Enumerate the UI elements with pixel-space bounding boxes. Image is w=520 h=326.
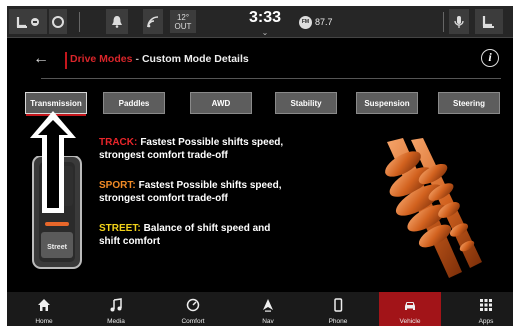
nav-label: Vehicle [399, 318, 421, 325]
tab-paddles[interactable]: Paddles [103, 92, 165, 114]
comfort-icon [186, 298, 200, 312]
wireless-icon [147, 15, 159, 27]
tab-suspension[interactable]: Suspension [356, 92, 418, 114]
header-divider [41, 78, 501, 79]
car-icon [405, 302, 415, 310]
bottom-navigation: Home Media Comfort Nav Phone Vehicle App… [7, 292, 513, 326]
nav-label: Media [107, 318, 125, 325]
info-icon[interactable]: i [481, 49, 499, 67]
nav-label: Phone [328, 318, 348, 325]
phone-icon [334, 298, 343, 312]
notifications-button[interactable] [106, 9, 128, 34]
nav-home[interactable]: Home [13, 292, 75, 326]
up-arrow-indicator-icon [30, 111, 76, 213]
status-divider [443, 12, 444, 32]
nav-label: Apps [478, 318, 494, 325]
nav-navigation[interactable]: Nav [237, 292, 299, 326]
status-bar: 12° OUT 3:33 ⌄ FM 87.7 [7, 6, 513, 38]
voice-command-button[interactable] [449, 9, 469, 34]
mode-description-track: TRACK: Fastest Possible shifts speed, str… [99, 137, 299, 162]
tab-steering[interactable]: Steering [438, 92, 500, 114]
nav-label: Home [35, 318, 53, 325]
breadcrumb-separator: - [135, 53, 139, 65]
shifter-selected-label: Street [47, 244, 67, 251]
steering-heat-button[interactable] [49, 9, 67, 34]
back-arrow-icon[interactable]: ← [33, 50, 49, 68]
chevron-down-icon[interactable]: ⌄ [260, 28, 270, 37]
status-divider [79, 12, 80, 32]
microphone-icon [454, 15, 464, 28]
breadcrumb-parent[interactable]: Drive Modes [70, 53, 132, 65]
nav-label: Nav [262, 318, 274, 325]
mode-name: SPORT: [99, 180, 136, 191]
music-note-icon [110, 298, 122, 312]
breadcrumb: Drive Modes - Custom Mode Details [70, 53, 249, 65]
transmission-gears-illustration [385, 138, 482, 278]
navigation-arrow-icon [263, 299, 273, 312]
radio-frequency: 87.7 [315, 17, 333, 27]
heated-steering-icon [52, 15, 64, 28]
heated-seat-icon [16, 16, 39, 28]
mode-name: STREET: [99, 223, 141, 234]
heated-seat-icon [482, 15, 494, 28]
tab-awd[interactable]: AWD [190, 92, 252, 114]
passenger-seat-heat-button[interactable] [475, 9, 503, 34]
seat-heat-button[interactable] [9, 9, 47, 34]
header-accent-bar [65, 52, 67, 69]
nav-phone[interactable]: Phone [307, 292, 369, 326]
nav-comfort[interactable]: Comfort [162, 292, 224, 326]
bell-icon [112, 16, 122, 28]
mode-name: TRACK: [99, 137, 138, 148]
now-playing-radio[interactable]: FM 87.7 [299, 14, 333, 30]
clock[interactable]: 3:33 [242, 9, 288, 27]
outside-temperature: 12° OUT [170, 10, 196, 33]
nav-label: Comfort [181, 318, 205, 325]
nav-media[interactable]: Media [85, 292, 147, 326]
home-icon [38, 299, 50, 311]
infotainment-screen: 12° OUT 3:33 ⌄ FM 87.7 ← Drive Modes - Cus… [7, 6, 513, 326]
tab-stability[interactable]: Stability [275, 92, 337, 114]
connectivity-button[interactable] [143, 9, 163, 34]
mode-description-sport: SPORT: Fastest Possible shifts speed, str… [99, 180, 299, 205]
mode-description-street: STREET: Balance of shift speed and shift … [99, 223, 279, 248]
apps-grid-icon [480, 299, 492, 311]
page-title: Custom Mode Details [141, 53, 249, 65]
nav-vehicle[interactable]: Vehicle [379, 292, 441, 326]
nav-apps[interactable]: Apps [455, 292, 513, 326]
fm-radio-icon: FM [299, 15, 312, 29]
